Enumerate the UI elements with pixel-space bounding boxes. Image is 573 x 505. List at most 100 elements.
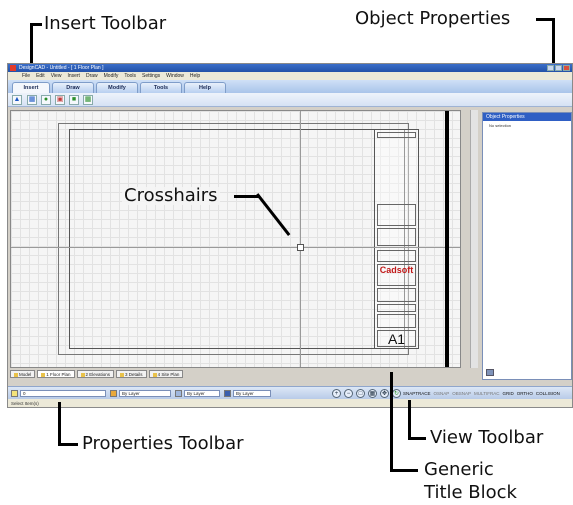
tab-modify[interactable]: Modify	[96, 82, 138, 93]
sheet-tab-floor-plan[interactable]: 1 Floor Plan	[37, 370, 75, 378]
mode-collision[interactable]: COLLISION	[536, 390, 560, 397]
insert-block-icon[interactable]: ▦	[27, 95, 37, 105]
sheet-icon	[152, 372, 157, 377]
menu-tools[interactable]: Tools	[124, 72, 136, 80]
mode-osnap[interactable]: OSNAP	[434, 390, 450, 397]
object-properties-panel: Object Properties No selection	[482, 112, 572, 380]
mode-snaptrace[interactable]: SNAPTRACE	[403, 390, 431, 397]
pan-icon[interactable]: ✥	[380, 389, 389, 398]
menu-file[interactable]: File	[22, 72, 30, 80]
app-icon	[10, 65, 16, 71]
menu-modify[interactable]: Modify	[104, 72, 119, 80]
menu-view[interactable]: View	[51, 72, 62, 80]
sheet-tab-label: 3 Details	[125, 372, 143, 377]
menu-settings[interactable]: Settings	[142, 72, 160, 80]
menu-insert[interactable]: Insert	[67, 72, 80, 80]
sheet-tab-site-plan[interactable]: 4 Site Plan	[148, 370, 184, 378]
insert-text-icon[interactable]: ■	[69, 95, 79, 105]
object-properties-selection[interactable]: No selection	[483, 121, 571, 128]
callout-insert-toolbar: Insert Toolbar	[44, 13, 167, 34]
tab-draw[interactable]: Draw	[52, 82, 94, 93]
zoom-out-icon[interactable]: −	[344, 389, 353, 398]
app-window: DesignCAD - Untitled - [ 1 Floor Plan ] …	[7, 63, 573, 408]
cadsoft-logo: Cadsoft	[379, 265, 414, 275]
ribbon-tabs: Insert Draw Modify Tools Help	[8, 80, 572, 93]
pin-icon[interactable]	[486, 369, 494, 376]
window-controls	[547, 65, 570, 71]
insert-toolbar: ▲ ▦ ● ▣ ■ ▦	[8, 93, 572, 107]
lineweight-select[interactable]: By Layer	[233, 390, 271, 397]
sheet-icon	[14, 372, 18, 377]
leader-title-block	[390, 469, 418, 472]
mode-grid[interactable]: GRID	[502, 390, 513, 397]
layer-icon[interactable]	[11, 390, 18, 397]
callout-crosshairs: Crosshairs	[122, 185, 220, 206]
vertical-scrollbar[interactable]	[470, 110, 478, 368]
crosshair-pickbox	[297, 244, 304, 251]
sheet-icon	[80, 372, 85, 377]
insert-symbol-icon[interactable]: ●	[41, 95, 51, 105]
color-icon[interactable]	[110, 390, 117, 397]
drafting-modes: SNAPTRACE OSNAP OBSNAP MULTIFRAC GRID OR…	[403, 390, 560, 397]
title-block-date	[377, 304, 416, 312]
drawing-area[interactable]: Cadsoft A1	[10, 110, 461, 368]
zoom-in-icon[interactable]: +	[332, 389, 341, 398]
sheet-tab-details[interactable]: 3 Details	[116, 370, 147, 378]
tab-tools[interactable]: Tools	[140, 82, 182, 93]
insert-image-icon[interactable]: ▣	[55, 95, 65, 105]
mode-multifrac[interactable]: MULTIFRAC	[474, 390, 499, 397]
color-select[interactable]: By Layer	[119, 390, 171, 397]
zoom-window-icon[interactable]: □	[356, 389, 365, 398]
leader-view-toolbar	[408, 437, 426, 440]
mode-obsnap[interactable]: OBSNAP	[452, 390, 471, 397]
sheet-icon	[41, 372, 46, 377]
maximize-button[interactable]	[555, 65, 562, 71]
leader-properties-toolbar	[58, 443, 78, 446]
title-block-project	[377, 250, 416, 262]
menu-window[interactable]: Window	[166, 72, 184, 80]
sheet-tab-elevations[interactable]: 2 Elevations	[76, 370, 115, 378]
pointer-icon[interactable]: ▲	[12, 95, 22, 105]
menu-edit[interactable]: Edit	[36, 72, 45, 80]
tab-help[interactable]: Help	[184, 82, 226, 93]
sheet-tabs: Model 1 Floor Plan 2 Elevations 3 Detail…	[10, 370, 462, 379]
minimize-button[interactable]	[547, 65, 554, 71]
leader-view-toolbar-v	[408, 400, 411, 440]
status-prompt: Select Item(s)	[11, 401, 39, 406]
linetype-icon[interactable]	[175, 390, 182, 397]
callout-title-block-line2: Title Block	[424, 482, 517, 503]
title-block-notes	[377, 204, 416, 226]
callout-object-properties: Object Properties	[355, 8, 511, 29]
linetype-select[interactable]: By Layer	[184, 390, 220, 397]
close-button[interactable]	[563, 65, 570, 71]
title-bar: DesignCAD - Untitled - [ 1 Floor Plan ]	[8, 64, 572, 72]
leader-title-block-v	[390, 372, 393, 472]
lineweight-icon[interactable]	[224, 390, 231, 397]
menu-draw[interactable]: Draw	[86, 72, 98, 80]
insert-table-icon[interactable]: ▦	[83, 95, 93, 105]
sheet-tab-model[interactable]: Model	[10, 370, 36, 378]
leader-properties-toolbar-v	[58, 402, 61, 446]
zoom-extents-icon[interactable]: ▦	[368, 389, 377, 398]
menu-bar: File Edit View Insert Draw Modify Tools …	[8, 72, 572, 80]
properties-toolbar: 0 By Layer By Layer By Layer + − □ ▦ ✥ ↻…	[8, 386, 572, 399]
sheet-tab-label: 2 Elevations	[85, 372, 111, 377]
status-bar: Select Item(s)	[8, 399, 572, 407]
viewport-edge	[445, 111, 449, 367]
title-block-header	[377, 132, 416, 138]
drawing-border	[69, 129, 405, 349]
mode-ortho[interactable]: ORTHO	[517, 390, 533, 397]
sheet-tab-label: 1 Floor Plan	[46, 372, 71, 377]
crosshair-horizontal	[11, 247, 460, 248]
sheet-tab-label: 4 Site Plan	[157, 372, 180, 377]
object-properties-header: Object Properties	[483, 113, 571, 121]
window-title: DesignCAD - Untitled - [ 1 Floor Plan ]	[19, 65, 104, 71]
redraw-icon[interactable]: ↻	[392, 389, 401, 398]
menu-help[interactable]: Help	[190, 72, 200, 80]
tab-insert[interactable]: Insert	[12, 82, 50, 93]
title-block-revisions	[377, 228, 416, 246]
sheet-icon	[120, 372, 125, 377]
layer-select[interactable]: 0	[20, 390, 106, 397]
title-block: Cadsoft A1	[374, 129, 419, 349]
callout-view-toolbar: View Toolbar	[430, 427, 544, 448]
